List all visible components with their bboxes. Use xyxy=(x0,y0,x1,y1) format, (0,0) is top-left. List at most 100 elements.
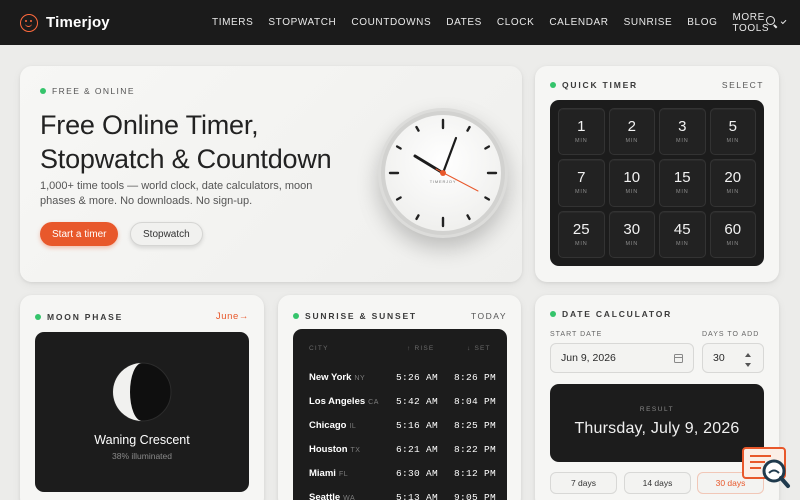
decrement-arrow-icon[interactable] xyxy=(745,363,751,367)
clock-brand: TIMERJOY xyxy=(429,179,457,184)
nav-item-more-tools[interactable]: MORE TOOLS xyxy=(732,12,787,34)
set-cell: 8:04 PM xyxy=(454,396,497,407)
nav-item-sunrise[interactable]: SUNRISE xyxy=(624,17,673,28)
hero-badge: FREE & ONLINE xyxy=(40,86,135,96)
timer-unit: MIN xyxy=(726,240,739,247)
timer-value: 45 xyxy=(673,220,691,238)
start-date-label: START DATE xyxy=(550,331,603,338)
table-row: Miami FL 6:30 AM 8:12 PM xyxy=(293,468,507,488)
brand-name: Timerjoy xyxy=(46,14,110,31)
quick-timer-60[interactable]: 60 MIN xyxy=(709,210,756,258)
moon-phase-card: MOON PHASE June→ Waning Crescent 38% ill… xyxy=(20,295,264,500)
chevron-down-icon xyxy=(780,18,787,24)
quick-timer-title-label: QUICK TIMER xyxy=(562,80,638,90)
date-calc-title-label: DATE CALCULATOR xyxy=(562,309,673,319)
city-cell: New York NY xyxy=(309,372,365,383)
status-dot xyxy=(35,313,41,320)
result-panel: RESULT Thursday, July 9, 2026 xyxy=(550,384,764,462)
city-cell: Chicago IL xyxy=(309,420,356,431)
set-cell: 8:26 PM xyxy=(454,372,497,383)
moon-phase-title-label: MOON PHASE xyxy=(47,311,124,322)
city-name: Seattle xyxy=(309,492,341,500)
table-row: New York NY 5:26 AM 8:26 PM xyxy=(293,372,507,392)
status-dot xyxy=(293,313,299,319)
sunrise-table: CITY ↑ RISE ↓ SET New York NY 5:26 AM 8:2… xyxy=(293,329,507,500)
days-to-add-value: 30 xyxy=(713,352,725,364)
days-to-add-label: DAYS TO ADD xyxy=(702,331,760,338)
nav-item-calendar[interactable]: CALENDAR xyxy=(549,17,608,28)
hero-card: FREE & ONLINE Free Online Timer, Stopwat… xyxy=(20,66,522,282)
stopwatch-button[interactable]: Stopwatch xyxy=(130,222,203,246)
quick-timer-5[interactable]: 5 MIN xyxy=(709,108,756,156)
hero-title-line2: Stopwatch & Countdown xyxy=(40,144,332,174)
increment-arrow-icon[interactable] xyxy=(745,353,751,357)
start-date-field[interactable]: Jun 9, 2026 xyxy=(550,343,694,373)
quick-timer-select[interactable]: SELECT xyxy=(722,80,764,90)
clock-face: TIMERJOY xyxy=(378,108,508,238)
top-nav: Timerjoy TIMERS STOPWATCH COUNTDOWNS DAT… xyxy=(0,0,800,45)
nav-item-blog[interactable]: BLOG xyxy=(687,17,717,28)
rise-cell: 5:13 AM xyxy=(396,492,439,500)
quick-timer-20[interactable]: 20 MIN xyxy=(709,159,756,207)
hero-title-line1: Free Online Timer, xyxy=(40,110,259,140)
table-row: Seattle WA 5:13 AM 9:05 PM xyxy=(293,492,507,500)
sunrise-header: SUNRISE & SUNSET TODAY xyxy=(293,311,507,321)
quick-timer-header: QUICK TIMER SELECT xyxy=(550,80,764,90)
rise-cell: 6:21 AM xyxy=(396,444,439,455)
nav-item-stopwatch[interactable]: STOPWATCH xyxy=(268,17,336,28)
search-icon[interactable] xyxy=(766,16,777,27)
city-name: New York xyxy=(309,372,352,383)
nav-item-clock[interactable]: CLOCK xyxy=(497,17,534,28)
quick-timer-grid: 1 MIN 2 MIN 3 MIN 5 MIN 7 MIN 10 MIN 15 MIN 20 M… xyxy=(550,100,764,266)
calendar-icon[interactable] xyxy=(674,354,683,363)
city-name: Houston xyxy=(309,444,348,455)
timer-unit: MIN xyxy=(575,138,588,145)
city-state: TX xyxy=(350,447,361,454)
timer-value: 25 xyxy=(572,220,590,238)
city-state: FL xyxy=(338,471,349,478)
days-to-add-stepper[interactable]: 30 xyxy=(702,343,764,373)
table-row: Houston TX 6:21 AM 8:22 PM xyxy=(293,444,507,464)
quick-timer-45[interactable]: 45 MIN xyxy=(659,210,706,258)
quick-timer-10[interactable]: 10 MIN xyxy=(608,159,655,207)
quick-timer-25[interactable]: 25 MIN xyxy=(558,210,605,258)
date-calc-title: DATE CALCULATOR xyxy=(550,309,672,319)
nav-item-timers[interactable]: TIMERS xyxy=(212,17,253,28)
quick-timer-card: QUICK TIMER SELECT 1 MIN 2 MIN 3 MIN 5 MIN 7… xyxy=(535,66,779,282)
timer-value: 2 xyxy=(627,118,636,136)
clock-svg xyxy=(381,111,505,235)
status-dot xyxy=(550,311,556,317)
moon-phase-header: MOON PHASE June→ xyxy=(35,311,249,322)
quick-timer-7[interactable]: 7 MIN xyxy=(558,159,605,207)
hero-badge-label: FREE & ONLINE xyxy=(52,86,135,96)
quick-timer-3[interactable]: 3 MIN xyxy=(659,108,706,156)
sunrise-title: SUNRISE & SUNSET xyxy=(293,311,417,321)
timer-unit: MIN xyxy=(575,189,588,196)
preset-7-days[interactable]: 7 days xyxy=(550,472,617,494)
city-cell: Miami FL xyxy=(309,468,348,479)
quick-timer-2[interactable]: 2 MIN xyxy=(608,108,655,156)
quick-timer-1[interactable]: 1 MIN xyxy=(558,108,605,156)
status-dot xyxy=(550,82,556,88)
quick-timer-30[interactable]: 30 MIN xyxy=(608,210,655,258)
moon-icon xyxy=(112,362,172,422)
moon-month-link[interactable]: June→ xyxy=(216,311,249,322)
moon-illumination: 38% illuminated xyxy=(111,451,172,461)
timer-value: 5 xyxy=(728,118,737,136)
nav-item-dates[interactable]: DATES xyxy=(446,17,482,28)
nav-item-countdowns[interactable]: COUNTDOWNS xyxy=(351,17,431,28)
moon-phase-title: MOON PHASE xyxy=(35,312,123,322)
city-state: CA xyxy=(368,399,379,406)
quick-timer-15[interactable]: 15 MIN xyxy=(659,159,706,207)
timer-unit: MIN xyxy=(575,240,588,247)
rise-cell: 6:30 AM xyxy=(396,468,439,479)
start-timer-button[interactable]: Start a timer xyxy=(40,222,119,246)
floating-widget-svg xyxy=(742,447,790,488)
timer-unit: MIN xyxy=(676,240,689,247)
result-value: Thursday, July 9, 2026 xyxy=(574,420,740,437)
nav-menu: TIMERS STOPWATCH COUNTDOWNS DATES CLOCK … xyxy=(212,0,800,45)
timer-unit: MIN xyxy=(625,189,638,196)
preset-14-days[interactable]: 14 days xyxy=(624,472,691,494)
brand[interactable]: Timerjoy xyxy=(20,13,110,32)
chat-search-widget-icon[interactable] xyxy=(741,444,791,490)
